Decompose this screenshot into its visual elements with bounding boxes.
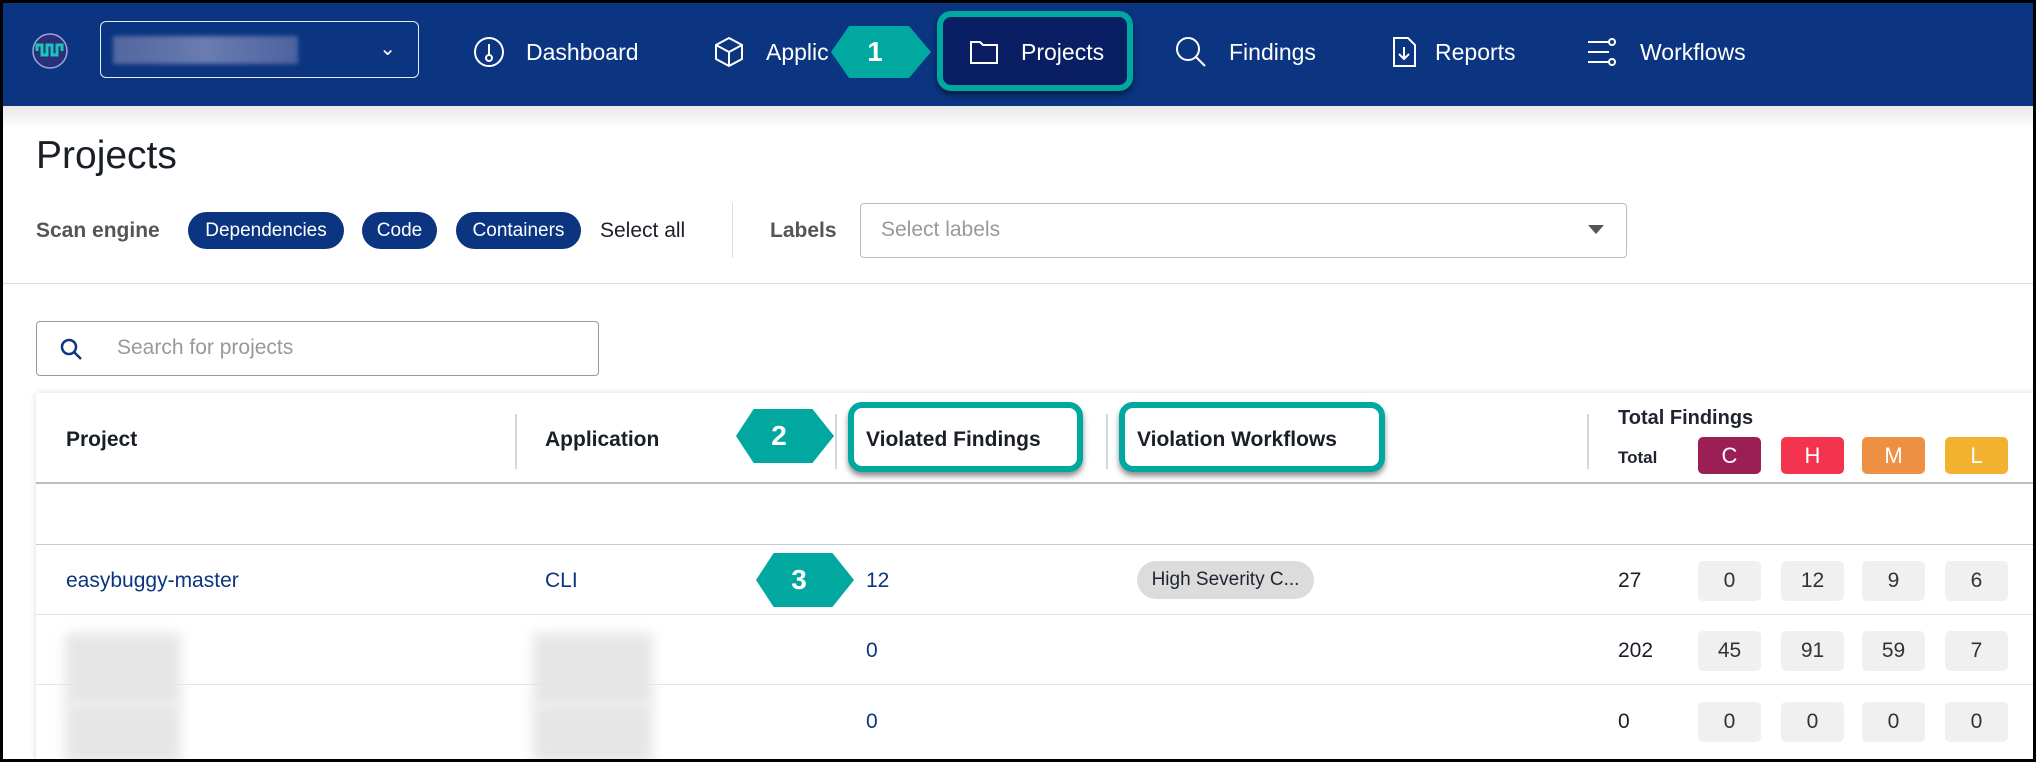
critical-count[interactable]: 0	[1698, 561, 1761, 601]
divider	[732, 203, 733, 258]
filter-code[interactable]: Code	[362, 212, 437, 249]
high-count[interactable]: 12	[1781, 561, 1844, 601]
project-name-redacted	[65, 703, 181, 759]
critical-count[interactable]: 45	[1698, 631, 1761, 671]
page-title: Projects	[36, 134, 177, 177]
medium-count[interactable]: 9	[1862, 561, 1925, 601]
low-count[interactable]: 6	[1945, 561, 2008, 601]
search-icon	[1176, 37, 1206, 67]
organization-selector[interactable]: ⌄	[100, 21, 419, 78]
scan-engine-label: Scan engine	[36, 219, 160, 242]
severity-low-badge[interactable]: L	[1945, 437, 2008, 474]
workflow-icon	[1588, 38, 1616, 66]
workflow-tag[interactable]: High Severity C...	[1137, 561, 1314, 599]
select-all-link[interactable]: Select all	[600, 219, 685, 243]
low-count[interactable]: 0	[1945, 702, 2008, 742]
header-violated-findings[interactable]: Violated Findings	[866, 428, 1041, 452]
filter-containers[interactable]: Containers	[456, 212, 581, 249]
high-count[interactable]: 0	[1781, 702, 1844, 742]
header-application[interactable]: Application	[545, 428, 659, 452]
header-violation-workflows[interactable]: Violation Workflows	[1137, 428, 1337, 452]
top-nav: ⌄ Dashboard Applic Projects Findings Rep…	[3, 3, 2033, 106]
callout-number: 1	[867, 36, 883, 67]
application-name-redacted	[533, 703, 653, 759]
nav-reports[interactable]: Reports	[1435, 39, 1516, 66]
header-shadow	[3, 106, 2033, 130]
search-placeholder: Search for projects	[117, 336, 294, 359]
labels-select[interactable]: Select labels	[860, 203, 1627, 258]
search-icon	[60, 338, 82, 360]
labels-label: Labels	[770, 219, 837, 242]
severity-high-badge[interactable]: H	[1781, 437, 1844, 474]
callout-number: 2	[771, 420, 787, 451]
critical-count[interactable]: 0	[1698, 702, 1761, 742]
header-total-findings: Total Findings	[1618, 407, 1754, 429]
header-project[interactable]: Project	[66, 428, 137, 452]
total-count: 27	[1618, 569, 1642, 592]
total-count: 202	[1618, 639, 1654, 662]
application-link[interactable]: CLI	[545, 569, 578, 593]
medium-count[interactable]: 59	[1862, 631, 1925, 671]
severity-critical-badge[interactable]: C	[1698, 437, 1761, 474]
labels-placeholder: Select labels	[881, 218, 1001, 241]
chevron-down-icon: ⌄	[379, 38, 396, 60]
total-count: 0	[1618, 710, 1630, 733]
dashboard-gauge-icon	[474, 37, 504, 67]
cube-icon	[715, 36, 743, 68]
violated-findings-link[interactable]: 0	[866, 710, 878, 734]
project-link[interactable]: easybuggy-master	[66, 569, 239, 593]
separator	[3, 283, 2033, 284]
filter-dependencies[interactable]: Dependencies	[188, 212, 344, 249]
column-separator	[1587, 414, 1589, 469]
severity-medium-badge[interactable]: M	[1862, 437, 1925, 474]
folder-icon	[970, 41, 998, 64]
column-separator	[1106, 414, 1108, 469]
column-separator	[515, 414, 517, 469]
header-total[interactable]: Total	[1618, 448, 1657, 468]
violated-findings-link[interactable]: 0	[866, 639, 878, 663]
nav-workflows[interactable]: Workflows	[1640, 39, 1746, 66]
app-window: ⌄ Dashboard Applic Projects Findings Rep…	[3, 3, 2033, 759]
organization-name-redacted	[113, 36, 298, 64]
medium-count[interactable]: 0	[1862, 702, 1925, 742]
column-separator	[835, 414, 837, 469]
caret-down-icon	[1588, 225, 1604, 234]
callout-number: 3	[791, 564, 807, 595]
violated-findings-link[interactable]: 12	[866, 569, 889, 593]
nav-projects[interactable]: Projects	[1021, 39, 1104, 66]
nav-findings[interactable]: Findings	[1229, 39, 1316, 66]
header-divider	[36, 482, 2033, 484]
report-download-icon	[1393, 37, 1416, 67]
high-count[interactable]: 91	[1781, 631, 1844, 671]
search-input[interactable]: Search for projects	[36, 321, 599, 376]
app-logo-icon[interactable]	[31, 32, 69, 70]
nav-dashboard[interactable]: Dashboard	[526, 39, 639, 66]
low-count[interactable]: 7	[1945, 631, 2008, 671]
nav-applications[interactable]: Applic	[766, 39, 829, 66]
